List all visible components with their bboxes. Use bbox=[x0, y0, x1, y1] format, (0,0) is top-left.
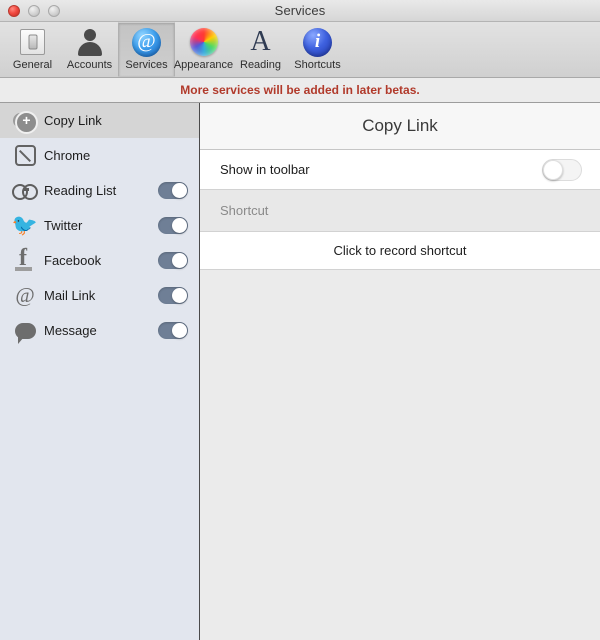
toolbar-item-services-label: Services bbox=[125, 59, 168, 71]
toolbar-item-reading[interactable]: A Reading bbox=[232, 22, 289, 77]
sidebar-item-mail-link[interactable]: @ Mail Link bbox=[0, 278, 199, 313]
sidebar-item-copy-link-label: Copy Link bbox=[44, 113, 102, 128]
show-in-toolbar-toggle[interactable] bbox=[542, 158, 582, 181]
sidebar-item-copy-link[interactable]: Copy Link bbox=[0, 103, 199, 138]
toolbar-item-shortcuts-label: Shortcuts bbox=[294, 59, 341, 71]
window-title: Services bbox=[274, 3, 326, 18]
facebook-f-icon bbox=[12, 246, 38, 271]
toolbar-item-shortcuts[interactable]: i Shortcuts bbox=[289, 22, 346, 77]
show-in-toolbar-row: Show in toolbar bbox=[200, 150, 600, 190]
close-button-icon[interactable] bbox=[8, 4, 20, 17]
titlebar: Services bbox=[0, 0, 600, 22]
at-sign-icon: @ bbox=[15, 283, 35, 307]
chrome-compass-icon bbox=[12, 145, 38, 166]
sidebar-toggle-message[interactable] bbox=[158, 322, 188, 339]
sidebar-item-mail-link-label: Mail Link bbox=[44, 288, 96, 303]
toolbar-item-appearance[interactable]: Appearance bbox=[173, 22, 234, 77]
minimize-button-icon[interactable] bbox=[28, 4, 40, 17]
services-sidebar: Copy Link Chrome Reading List 🐦 Twitter … bbox=[0, 103, 200, 640]
beta-notice-text: More services will be added in later bet… bbox=[180, 83, 420, 97]
sidebar-item-twitter-label: Twitter bbox=[44, 218, 83, 233]
toolbar-item-services[interactable]: @ Services bbox=[118, 22, 175, 77]
sidebar-item-message-label: Message bbox=[44, 323, 97, 338]
sidebar-toggle-twitter[interactable] bbox=[158, 217, 188, 234]
beta-notice-banner: More services will be added in later bet… bbox=[0, 78, 600, 103]
person-silhouette-icon bbox=[77, 27, 103, 57]
sidebar-item-reading-list-label: Reading List bbox=[44, 183, 117, 198]
sidebar-toggle-reading-list[interactable] bbox=[158, 182, 188, 199]
sidebar-toggle-facebook[interactable] bbox=[158, 252, 188, 269]
zoom-button-icon[interactable] bbox=[48, 4, 60, 17]
twitter-bird-icon: 🐦 bbox=[11, 214, 39, 237]
services-preferences-window: Services General Accounts @ Services App… bbox=[0, 0, 600, 640]
shortcut-section-label: Shortcut bbox=[220, 203, 269, 218]
sidebar-item-message[interactable]: Message bbox=[0, 313, 199, 348]
toolbar-item-accounts[interactable]: Accounts bbox=[61, 22, 118, 77]
toolbar-item-general[interactable]: General bbox=[4, 22, 61, 77]
traffic-light-group bbox=[8, 4, 60, 17]
toolbar-item-appearance-label: Appearance bbox=[173, 59, 234, 71]
window-body: Copy Link Chrome Reading List 🐦 Twitter … bbox=[0, 103, 600, 640]
service-detail-pane: Copy Link Show in toolbar Shortcut Click… bbox=[200, 103, 600, 640]
copy-link-icon bbox=[12, 111, 38, 134]
show-in-toolbar-label: Show in toolbar bbox=[220, 162, 310, 177]
sidebar-item-facebook-label: Facebook bbox=[44, 253, 102, 268]
speech-bubble-icon bbox=[12, 322, 38, 344]
detail-header: Copy Link bbox=[200, 103, 600, 150]
toolbar-item-reading-label: Reading bbox=[240, 59, 281, 71]
sidebar-item-twitter[interactable]: 🐦 Twitter bbox=[0, 208, 199, 243]
sidebar-item-reading-list[interactable]: Reading List bbox=[0, 173, 199, 208]
sidebar-item-chrome-label: Chrome bbox=[44, 148, 91, 163]
glasses-icon bbox=[12, 184, 38, 200]
at-sign-circle-icon: @ bbox=[132, 27, 161, 57]
light-switch-icon bbox=[20, 27, 45, 57]
toolbar-item-accounts-label: Accounts bbox=[66, 59, 113, 71]
preferences-toolbar: General Accounts @ Services Appearance A… bbox=[0, 22, 600, 78]
sidebar-item-facebook[interactable]: Facebook bbox=[0, 243, 199, 278]
sidebar-item-chrome[interactable]: Chrome bbox=[0, 138, 199, 173]
detail-title: Copy Link bbox=[362, 116, 438, 135]
detail-empty-area bbox=[200, 270, 600, 640]
record-shortcut-label: Click to record shortcut bbox=[333, 243, 467, 258]
info-circle-icon: i bbox=[303, 27, 332, 57]
letter-a-icon: A bbox=[250, 26, 271, 57]
record-shortcut-row[interactable]: Click to record shortcut bbox=[200, 232, 600, 270]
color-wheel-icon bbox=[189, 27, 218, 57]
shortcut-section-header: Shortcut bbox=[200, 190, 600, 232]
toolbar-item-general-label: General bbox=[12, 59, 53, 71]
sidebar-toggle-mail-link[interactable] bbox=[158, 287, 188, 304]
